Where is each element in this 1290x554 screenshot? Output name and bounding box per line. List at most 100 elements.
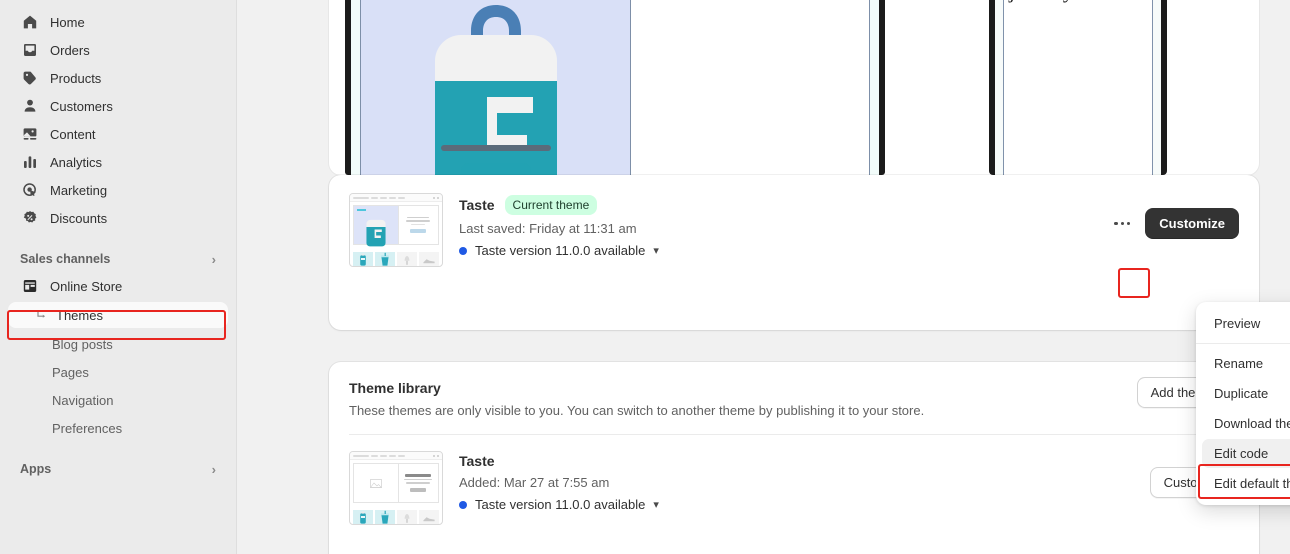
product-bottle-icon bbox=[360, 511, 366, 524]
thumb-text-line bbox=[406, 220, 431, 222]
sidebar-item-label: Home bbox=[50, 14, 85, 30]
sidebar-item-analytics[interactable]: Analytics bbox=[8, 148, 228, 176]
sidebar-item-preferences[interactable]: Preferences bbox=[8, 414, 228, 442]
current-theme-actions: Customize bbox=[1107, 208, 1239, 239]
version-dot-icon bbox=[459, 246, 467, 255]
product-lamp-icon bbox=[404, 514, 410, 523]
library-theme-thumbnail[interactable] bbox=[349, 451, 443, 525]
mobile-preview-frame[interactable]: Start your journey with us! bbox=[989, 0, 1167, 175]
thumbnail-hero bbox=[353, 205, 439, 247]
theme-preview-card: EComposer bbox=[329, 0, 1259, 175]
preview-hero-image: EComposer bbox=[361, 0, 631, 175]
sidebar-item-content[interactable]: Content bbox=[8, 120, 228, 148]
library-theme-version: Taste version 11.0.0 available bbox=[475, 497, 646, 512]
chevron-down-icon[interactable]: ▾ bbox=[653, 244, 659, 257]
library-theme-version-row[interactable]: Taste version 11.0.0 available ▾ bbox=[459, 497, 659, 512]
sidebar-item-blog-posts[interactable]: Blog posts bbox=[8, 330, 228, 358]
current-theme-thumbnail[interactable] bbox=[349, 193, 443, 267]
menu-item-edit-default-theme-content[interactable]: Edit default theme content bbox=[1202, 469, 1290, 498]
version-dot-icon bbox=[459, 500, 467, 509]
thumbnail-logo bbox=[357, 209, 366, 211]
product-cup-icon bbox=[381, 510, 389, 524]
backpack-illustration bbox=[434, 5, 557, 175]
menu-item-rename[interactable]: Rename bbox=[1202, 349, 1290, 378]
sidebar-section-sales-channels[interactable]: Sales channels › bbox=[8, 246, 228, 272]
ellipsis-dot-icon bbox=[1126, 221, 1131, 226]
more-actions-button[interactable] bbox=[1107, 208, 1138, 239]
thumb-text-line bbox=[407, 216, 430, 219]
current-theme-row: Taste Current theme Last saved: Friday a… bbox=[329, 175, 1259, 285]
sidebar-item-online-store[interactable]: Online Store bbox=[8, 272, 228, 300]
sidebar-item-discounts[interactable]: Discounts bbox=[8, 204, 228, 232]
sidebar-item-home[interactable]: Home bbox=[8, 8, 228, 36]
sidebar-item-label: Online Store bbox=[50, 278, 123, 294]
menu-item-duplicate[interactable]: Duplicate bbox=[1202, 379, 1290, 408]
library-theme-row: Taste Added: Mar 27 at 7:55 am Taste ver… bbox=[329, 435, 1259, 541]
current-theme-version-row[interactable]: Taste version 11.0.0 available ▾ bbox=[459, 243, 659, 258]
thumbnail-product bbox=[419, 252, 439, 266]
thumbnail-button bbox=[410, 487, 427, 492]
product-lamp-icon bbox=[404, 256, 410, 265]
product-bottle-icon bbox=[360, 253, 366, 266]
shopify-admin-themes-page: Home Orders Products Customers Content A… bbox=[0, 0, 1290, 554]
chevron-right-icon: › bbox=[211, 251, 216, 267]
chevron-down-icon[interactable]: ▾ bbox=[653, 498, 659, 511]
thumbnail-hero-text bbox=[397, 206, 439, 244]
sidebar-item-themes[interactable]: Themes bbox=[8, 302, 228, 328]
sidebar-item-label: Customers bbox=[50, 98, 113, 114]
customize-button[interactable]: Customize bbox=[1145, 208, 1239, 239]
menu-item-download-theme-file[interactable]: Download theme file bbox=[1202, 409, 1290, 438]
sidebar-item-products[interactable]: Products bbox=[8, 64, 228, 92]
thumbnail-placeholder-image bbox=[354, 464, 398, 502]
sidebar-item-label: Content bbox=[50, 126, 96, 142]
sidebar-item-pages[interactable]: Pages bbox=[8, 358, 228, 386]
product-shoe-icon bbox=[423, 517, 435, 522]
thumb-bar-line bbox=[398, 196, 405, 199]
current-theme-card: Taste Current theme Last saved: Friday a… bbox=[329, 175, 1259, 330]
theme-actions-menu: Preview Rename Duplicate Download theme … bbox=[1196, 302, 1290, 505]
thumb-text-line bbox=[411, 223, 426, 226]
backpack-illustration-thumb bbox=[366, 219, 386, 247]
mobile-hero-title: Start your journey with us! bbox=[1004, 0, 1152, 7]
sidebar: Home Orders Products Customers Content A… bbox=[0, 0, 237, 554]
thumb-bar-dot bbox=[437, 196, 439, 199]
thumbnail-section-label bbox=[354, 248, 438, 251]
thumb-bar-line bbox=[389, 454, 396, 457]
marketing-target-icon bbox=[20, 180, 40, 200]
sidebar-item-label: Preferences bbox=[52, 420, 123, 436]
current-theme-name-row: Taste Current theme bbox=[459, 195, 659, 215]
thumbnail-product bbox=[375, 252, 395, 266]
menu-item-preview[interactable]: Preview bbox=[1202, 309, 1290, 338]
library-theme-added: Added: Mar 27 at 7:55 am bbox=[459, 475, 610, 490]
preview-inner: EComposer bbox=[329, 0, 1259, 175]
sidebar-item-navigation[interactable]: Navigation bbox=[8, 386, 228, 414]
customers-person-icon bbox=[20, 96, 40, 116]
thumb-bar-line bbox=[380, 454, 387, 457]
desktop-preview-frame[interactable]: EComposer bbox=[345, 0, 885, 175]
content-image-icon bbox=[20, 124, 40, 144]
thumb-text-line bbox=[405, 474, 432, 477]
sidebar-section-label: Sales channels bbox=[20, 252, 111, 266]
sidebar-section-apps[interactable]: Apps › bbox=[8, 456, 228, 482]
thumb-bar-dot bbox=[433, 454, 435, 457]
sidebar-item-orders[interactable]: Orders bbox=[8, 36, 228, 64]
sidebar-item-customers[interactable]: Customers bbox=[8, 92, 228, 120]
menu-item-edit-code[interactable]: Edit code bbox=[1202, 439, 1290, 468]
thumb-bar-dot bbox=[437, 454, 439, 457]
thumbnail-browser-bar bbox=[350, 194, 442, 202]
image-placeholder-icon bbox=[369, 478, 382, 488]
current-theme-name: Taste bbox=[459, 197, 495, 213]
sidebar-item-marketing[interactable]: Marketing bbox=[8, 176, 228, 204]
thumb-bar-line bbox=[353, 454, 369, 457]
thumbnail-product bbox=[397, 510, 417, 524]
sidebar-item-label: Blog posts bbox=[52, 336, 113, 352]
theme-library-subtitle: These themes are only visible to you. Yo… bbox=[349, 403, 925, 418]
ellipsis-dot-icon bbox=[1114, 221, 1118, 226]
mobile-hero: Start your journey with us! bbox=[1003, 0, 1153, 175]
chevron-right-icon: › bbox=[211, 461, 216, 477]
theme-library-header: Theme library These themes are only visi… bbox=[329, 362, 1259, 435]
thumb-bar-dot bbox=[433, 196, 435, 199]
sidebar-item-label: Navigation bbox=[52, 392, 114, 408]
storefront-icon bbox=[20, 276, 40, 296]
